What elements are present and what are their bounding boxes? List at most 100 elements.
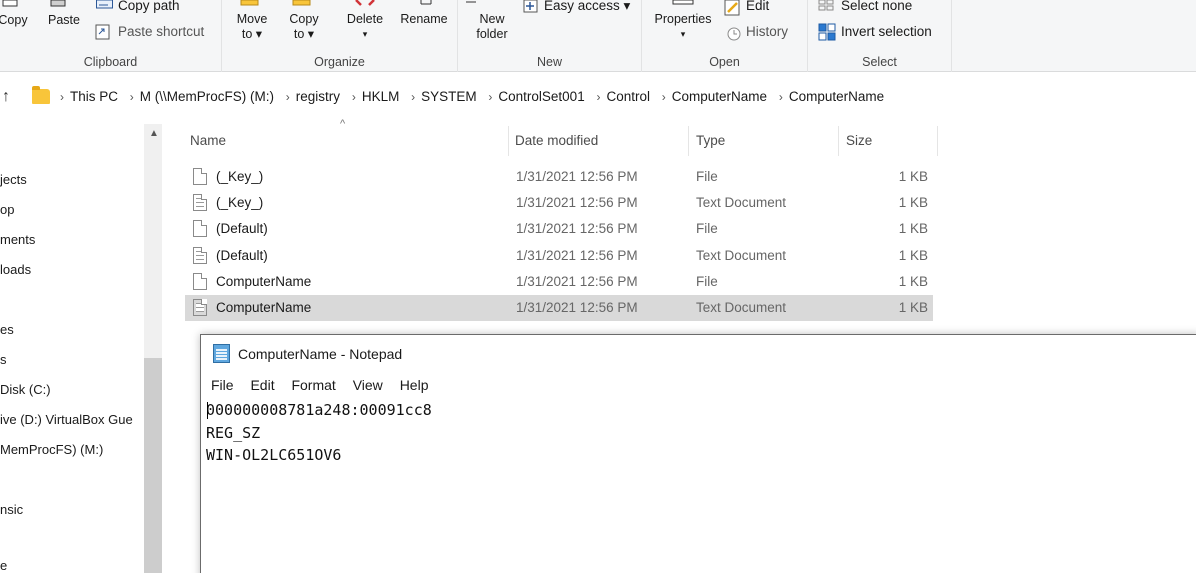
rename-icon [420,0,432,5]
breadcrumb-separator-icon[interactable]: › [130,90,134,104]
clipboard-group: Copy Paste Copy path Paste shortcut Clip… [0,0,222,72]
column-divider[interactable] [688,126,689,156]
breadcrumb-controlset001[interactable]: ControlSet001 [498,89,584,104]
properties-button[interactable]: Properties ▾ [646,12,720,42]
file-date: 1/31/2021 12:56 PM [516,274,638,289]
breadcrumb-separator-icon[interactable]: › [596,90,600,104]
breadcrumb-memprocfs-drive[interactable]: M (\\MemProcFS) (M:) [140,89,274,104]
paste-shortcut-button[interactable]: Paste shortcut [118,24,204,39]
new-item-icon [466,1,476,3]
copy-path-button[interactable]: Copy path [118,0,180,13]
file-row[interactable]: (Default) 1/31/2021 12:56 PM File 1 KB [185,216,933,242]
nav-item-virtualbox-drive-d[interactable]: ive (D:) VirtualBox Gue [0,412,133,427]
file-date: 1/31/2021 12:56 PM [516,221,638,236]
breadcrumb-computername[interactable]: ComputerName [672,89,767,104]
copy-icon [2,0,18,7]
copy-button[interactable]: Copy [0,13,30,28]
select-group: Select none Invert selection Select [808,0,952,72]
nav-item-videos[interactable]: s [0,352,7,367]
file-icon [193,273,207,290]
move-to-icon [240,0,259,6]
nav-item-partial[interactable]: e [0,558,7,573]
file-row[interactable]: (_Key_) 1/31/2021 12:56 PM File 1 KB [185,164,933,190]
select-none-icon [818,0,834,11]
organize-label: Organize [314,55,365,69]
breadcrumb-separator-icon[interactable]: › [662,90,666,104]
nav-item-forensic[interactable]: nsic [0,502,23,517]
rename-button[interactable]: Rename [396,12,452,27]
column-divider[interactable] [508,126,509,156]
new-label: New [536,55,562,69]
file-date: 1/31/2021 12:56 PM [516,248,638,263]
edit-button[interactable]: Edit [746,0,769,13]
new-folder-button[interactable]: New folder [468,12,516,42]
nav-scrollbar-thumb[interactable] [144,358,162,573]
copy-path-icon [96,0,113,9]
file-date: 1/31/2021 12:56 PM [516,169,638,184]
menu-edit[interactable]: Edit [250,377,274,393]
breadcrumb-separator-icon[interactable]: › [286,90,290,104]
file-row[interactable]: ComputerName 1/31/2021 12:56 PM File 1 K… [185,269,933,295]
properties-arrow: ▾ [680,29,686,39]
nav-item-downloads[interactable]: loads [0,262,31,277]
nav-item-local-disk-c[interactable]: Disk (C:) [0,382,51,397]
easy-access-button[interactable]: Easy access ▾ [544,0,630,13]
file-row[interactable]: (Default) 1/31/2021 12:56 PM Text Docume… [185,243,933,269]
file-size: 1 KB [898,169,928,184]
column-header-type[interactable]: Type [696,133,725,148]
column-header-date-modified[interactable]: Date modified [515,133,598,148]
move-to-button[interactable]: Move to ▾ [230,12,274,42]
text-caret [207,402,208,419]
breadcrumb-hklm[interactable]: HKLM [362,89,400,104]
file-icon [193,168,207,185]
history-button[interactable]: History [746,24,788,39]
scroll-up-icon[interactable]: ▲ [149,128,159,139]
paste-button[interactable]: Paste [44,13,84,28]
breadcrumb-separator-icon[interactable]: › [352,90,356,104]
sort-ascending-icon: ^ [340,118,346,130]
up-arrow-icon[interactable]: ↑ [2,88,10,106]
text-document-icon [193,247,207,264]
file-date: 1/31/2021 12:56 PM [516,300,638,315]
file-type: File [696,169,718,184]
breadcrumb-control[interactable]: Control [606,89,650,104]
nav-item-3d-objects[interactable]: jects [0,172,27,187]
select-none-button[interactable]: Select none [841,0,912,13]
paste-shortcut-icon [95,24,110,40]
breadcrumb-separator-icon[interactable]: › [488,90,492,104]
file-icon [193,220,207,237]
file-row[interactable]: (_Key_) 1/31/2021 12:56 PM Text Document… [185,190,933,216]
file-name: ComputerName [216,274,312,289]
folder-icon [32,86,50,104]
column-header-name[interactable]: Name [190,133,226,148]
menu-format[interactable]: Format [291,377,335,393]
file-size: 1 KB [898,274,928,289]
file-row-selected[interactable]: ComputerName 1/31/2021 12:56 PM Text Doc… [185,295,933,321]
file-name: ComputerName [216,300,312,315]
breadcrumb-separator-icon[interactable]: › [411,90,415,104]
breadcrumb-separator-icon[interactable]: › [60,90,64,104]
copy-to-button[interactable]: Copy to ▾ [282,12,326,42]
notepad-text-area[interactable]: 000000008781a248:00091cc8 REG_SZ WIN-OL2LC… [206,399,432,467]
nav-item-memprocfs-m[interactable]: MemProcFS) (M:) [0,442,103,457]
breadcrumb-computername-current[interactable]: ComputerName [789,89,884,104]
breadcrumb-this-pc[interactable]: This PC [70,89,118,104]
menu-file[interactable]: File [211,377,234,393]
breadcrumb-separator-icon[interactable]: › [779,90,783,104]
breadcrumb-registry[interactable]: registry [296,89,340,104]
nav-item-documents[interactable]: ments [0,232,35,247]
organize-group: Move to ▾ Copy to ▾ Delete ▾ Rename Orga… [222,0,458,72]
file-name: (_Key_) [216,169,264,184]
nav-item-desktop[interactable]: op [0,202,14,217]
breadcrumb-system[interactable]: SYSTEM [421,89,477,104]
invert-selection-button[interactable]: Invert selection [841,24,932,39]
column-divider[interactable] [937,126,938,156]
text-line: REG_SZ [206,423,261,442]
nav-item-pictures[interactable]: es [0,322,14,337]
nav-scrollbar[interactable]: ▲ [144,124,162,573]
column-divider[interactable] [838,126,839,156]
menu-help[interactable]: Help [400,377,429,393]
column-header-size[interactable]: Size [846,133,872,148]
menu-view[interactable]: View [353,377,383,393]
delete-button[interactable]: Delete ▾ [342,12,388,42]
